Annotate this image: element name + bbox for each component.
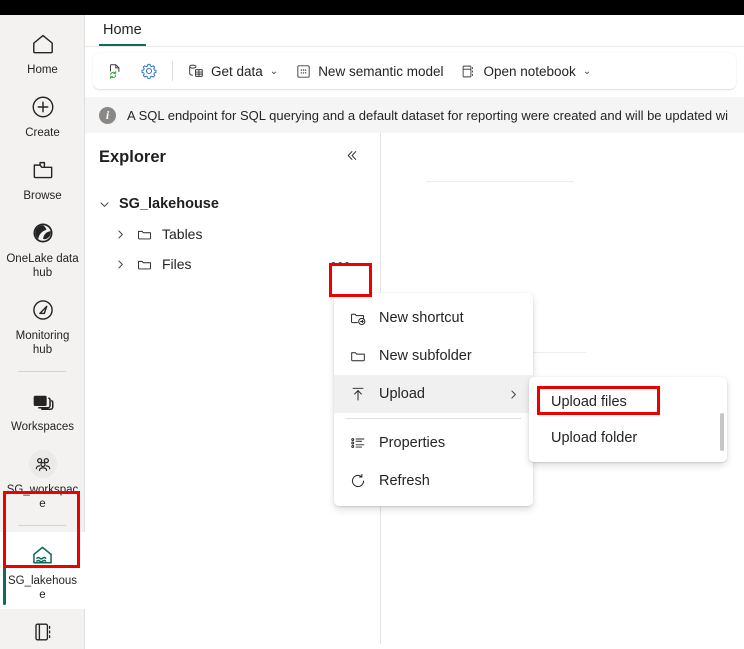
refresh-button[interactable] [99, 57, 131, 85]
menu-item-new-subfolder[interactable]: New subfolder [334, 337, 533, 375]
monitoring-compass-icon [29, 296, 57, 324]
sidebar-item-sg-workspace[interactable]: SG_workspace [0, 441, 85, 518]
menu-item-label: Refresh [379, 473, 430, 489]
context-menu: New shortcut New subfolder Upload Proper… [334, 293, 533, 506]
tree-node-label: Files [162, 256, 192, 272]
refresh-icon [348, 471, 368, 491]
tree-node-files[interactable]: Files ••• [85, 249, 380, 279]
sidebar-item-sg-lakehouse[interactable]: SG_lakehouse [0, 532, 85, 609]
sidebar-item-label: Workspaces [10, 421, 75, 433]
title-bar [0, 0, 744, 15]
lakehouse-icon [29, 541, 57, 569]
canvas-divider [426, 181, 574, 182]
home-icon [29, 30, 57, 58]
open-notebook-label: Open notebook [483, 63, 576, 79]
sidebar-item-label: Monitoring hub [15, 330, 70, 356]
sidebar-item-browse[interactable]: Browse [0, 147, 85, 210]
notification-message: A SQL endpoint for SQL querying and a de… [127, 107, 729, 123]
menu-item-label: New shortcut [379, 310, 464, 326]
rail-divider [18, 525, 66, 526]
database-table-icon [187, 62, 205, 80]
notebook-icon [29, 618, 57, 646]
workspaces-stack-icon [29, 387, 57, 415]
folder-icon [135, 255, 153, 273]
sidebar-item-monitoring-hub[interactable]: Monitoring hub [0, 287, 85, 364]
folder-icon [135, 225, 153, 243]
more-options-button[interactable]: ••• [326, 254, 356, 274]
sidebar-item-label: SG_workspace [6, 484, 79, 510]
sidebar-item-create[interactable]: Create [0, 84, 85, 147]
new-semantic-model-button[interactable]: New semantic model [287, 57, 450, 85]
plus-circle-icon [29, 93, 57, 121]
sidebar-item-label: OneLake data hub [6, 253, 79, 279]
get-data-button[interactable]: Get data ⌄ [180, 57, 285, 85]
notification-bar: i A SQL endpoint for SQL querying and a … [85, 97, 744, 133]
sidebar-item-label: Home [27, 64, 58, 76]
gear-icon [140, 62, 158, 80]
sidebar-item-home[interactable]: Home [0, 21, 85, 84]
chevron-right-icon[interactable] [111, 255, 129, 273]
selection-indicator [3, 536, 6, 605]
menu-divider [346, 418, 521, 419]
chevron-right-icon[interactable] [111, 225, 129, 243]
menu-item-properties[interactable]: Properties [334, 424, 533, 462]
chevron-down-icon: ⌄ [269, 65, 279, 77]
new-semantic-model-label: New semantic model [318, 63, 444, 79]
tree-node-label: Tables [162, 226, 203, 242]
left-navigation-rail: Home Create Browse OneLake data hub Moni… [0, 15, 85, 649]
notebook-icon [459, 62, 477, 80]
onelake-icon [29, 219, 57, 247]
menu-item-upload[interactable]: Upload [334, 375, 533, 413]
submenu-item-label: Upload folder [551, 430, 638, 446]
upload-arrow-icon [348, 384, 368, 404]
sidebar-item-label: SG_lakehouse [7, 575, 78, 601]
people-group-icon [28, 450, 57, 478]
submenu-item-upload-files[interactable]: Upload files [529, 384, 727, 420]
sidebar-item-label: Create [25, 127, 60, 139]
explorer-tree: SG_lakehouse Tables Files ••• [85, 189, 380, 279]
sidebar-item-notebook-1[interactable]: Notebook 1 [0, 609, 85, 649]
open-notebook-button[interactable]: Open notebook ⌄ [452, 57, 598, 85]
get-data-label: Get data [211, 63, 263, 79]
settings-button[interactable] [133, 57, 165, 85]
toolbar-divider [172, 61, 173, 81]
panel-title: Explorer [99, 147, 166, 166]
rail-divider [18, 371, 66, 372]
properties-list-icon [348, 433, 368, 453]
browse-folder-icon [29, 156, 57, 184]
command-bar: Get data ⌄ New semantic model Open noteb… [93, 53, 736, 89]
chevron-double-left-icon[interactable] [339, 145, 364, 169]
submenu-item-label: Upload files [551, 394, 627, 410]
shortcut-folder-icon [348, 308, 368, 328]
tab-home[interactable]: Home [99, 15, 146, 46]
menu-item-label: New subfolder [379, 348, 472, 364]
ribbon-tabstrip: Home [85, 15, 744, 47]
chevron-down-icon[interactable] [95, 195, 113, 213]
sidebar-item-onelake-data-hub[interactable]: OneLake data hub [0, 210, 85, 287]
app-window: Home Create Browse OneLake data hub Moni… [0, 0, 744, 649]
menu-item-label: Properties [379, 435, 446, 451]
menu-item-refresh[interactable]: Refresh [334, 462, 533, 500]
explorer-header: Explorer [85, 133, 380, 169]
upload-submenu: Upload files Upload folder [529, 377, 727, 462]
submenu-item-upload-folder[interactable]: Upload folder [529, 420, 727, 456]
tree-node-tables[interactable]: Tables [85, 219, 380, 249]
folder-icon [348, 346, 368, 366]
sidebar-item-label: Browse [23, 190, 62, 202]
submenu-scrollbar[interactable] [720, 413, 724, 451]
semantic-model-icon [294, 62, 312, 80]
tree-node-label: SG_lakehouse [119, 196, 219, 212]
menu-item-label: Upload [379, 386, 425, 402]
chevron-down-icon: ⌄ [582, 65, 592, 77]
chevron-right-icon [506, 387, 521, 402]
sidebar-item-workspaces[interactable]: Workspaces [0, 378, 85, 441]
tree-node-sg-lakehouse[interactable]: SG_lakehouse [85, 189, 380, 219]
info-circle-icon: i [99, 106, 116, 124]
menu-item-new-shortcut[interactable]: New shortcut [334, 299, 533, 337]
file-refresh-icon [106, 62, 124, 80]
